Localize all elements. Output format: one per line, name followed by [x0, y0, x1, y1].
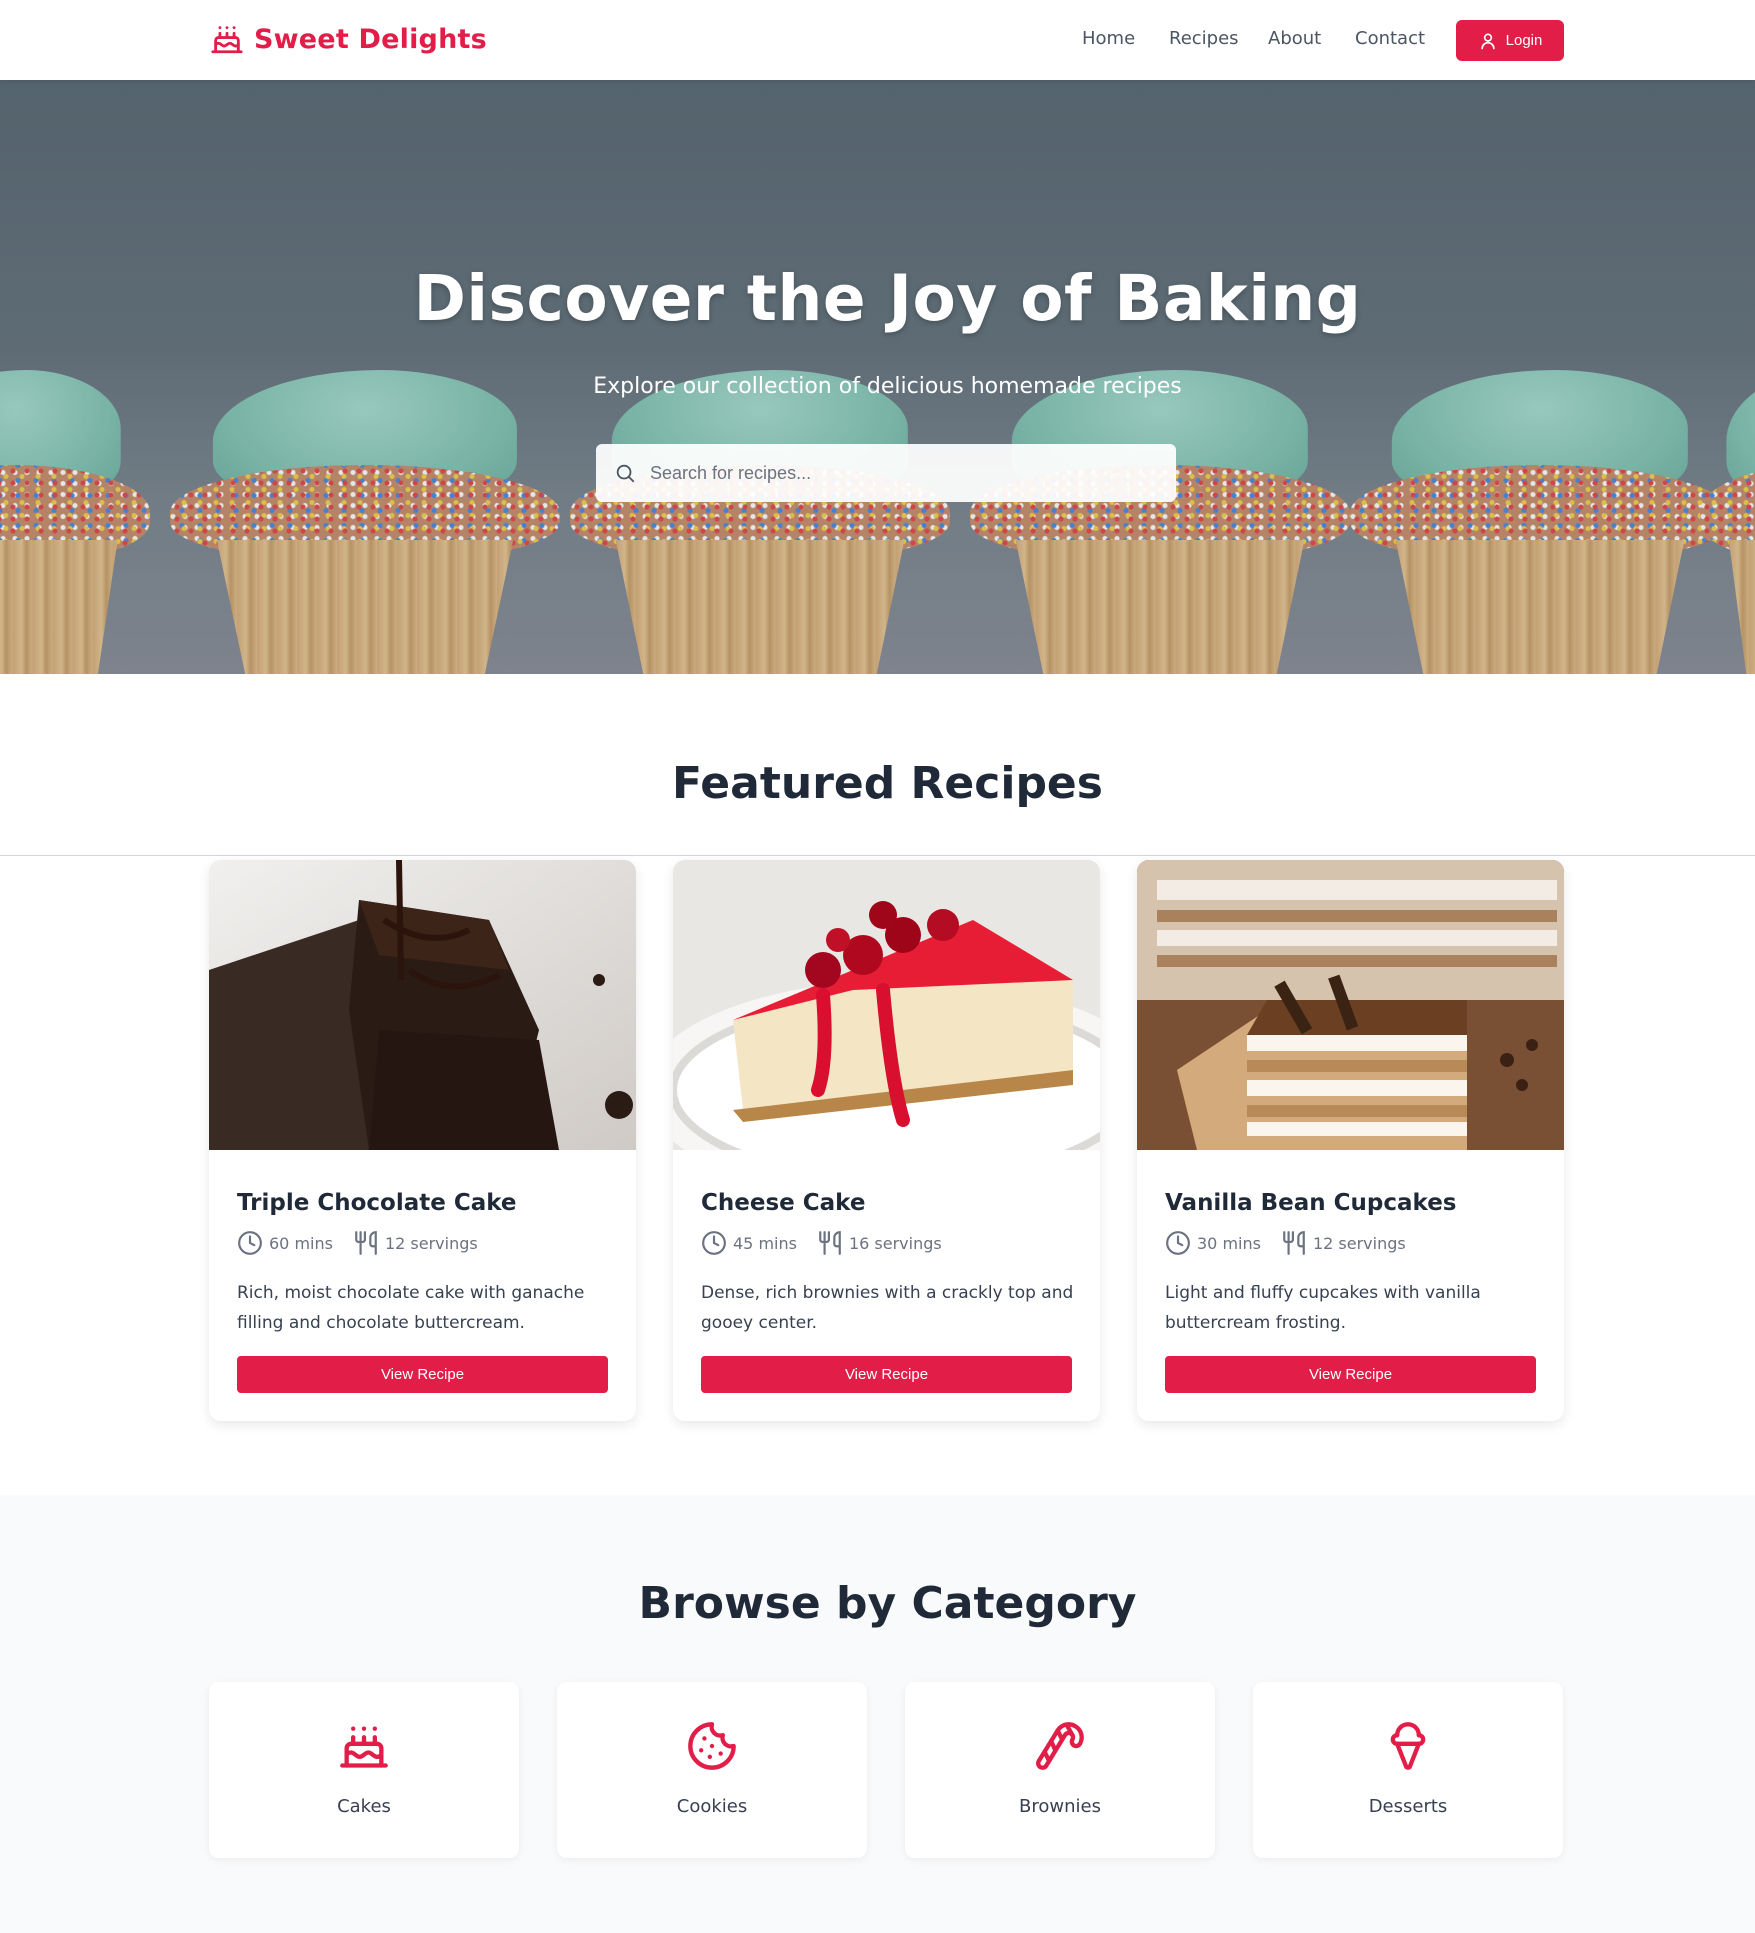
recipe-description: Rich, moist chocolate cake with ganache … — [237, 1283, 585, 1333]
view-recipe-button[interactable]: View Recipe — [237, 1356, 608, 1393]
recipe-servings: 12 servings — [384, 1233, 478, 1253]
cookie-icon — [688, 1722, 736, 1770]
recipe-time: 30 mins — [1197, 1233, 1261, 1253]
brand-logo[interactable]: Sweet Delights — [210, 22, 487, 56]
candy-cane-icon — [1036, 1722, 1084, 1770]
recipe-image — [209, 860, 636, 1150]
recipe-meta: 60 mins 12 servings — [237, 1230, 478, 1256]
nav-recipes[interactable]: Recipes — [1169, 28, 1239, 49]
recipe-card: Vanilla Bean Cupcakes 30 mins 12 serving… — [1137, 860, 1564, 1421]
ice-cream-icon — [1390, 1722, 1426, 1770]
nav-contact[interactable]: Contact — [1355, 28, 1425, 49]
category-label: Cookies — [676, 1796, 748, 1817]
clock-icon — [238, 1231, 262, 1255]
category-card-desserts[interactable]: Desserts — [1253, 1682, 1563, 1858]
recipe-servings: 16 servings — [848, 1233, 942, 1253]
view-recipe-button[interactable]: View Recipe — [701, 1356, 1072, 1393]
recipe-time: 60 mins — [269, 1233, 333, 1253]
nav-home[interactable]: Home — [1082, 28, 1135, 49]
search-bar[interactable] — [596, 444, 1176, 502]
site-header: Sweet Delights Home Recipes About Contac… — [0, 0, 1755, 80]
recipe-servings: 12 servings — [1312, 1233, 1406, 1253]
utensils-icon — [819, 1231, 841, 1255]
category-card-brownies[interactable]: Brownies — [905, 1682, 1215, 1858]
section-divider — [0, 855, 1755, 856]
hero-title: Discover the Joy of Baking — [413, 262, 1362, 335]
recipe-title: Vanilla Bean Cupcakes — [1165, 1190, 1457, 1216]
brand-name: Sweet Delights — [254, 23, 487, 55]
recipe-card: Triple Chocolate Cake 60 mins 12 serving… — [209, 860, 636, 1421]
user-icon — [1480, 33, 1495, 49]
recipe-image — [673, 860, 1100, 1150]
search-icon — [616, 464, 635, 483]
recipe-image — [1137, 860, 1564, 1150]
category-title: Browse by Category — [638, 1578, 1137, 1629]
recipe-meta: 30 mins 12 servings — [1165, 1230, 1406, 1256]
hero-subtitle: Explore our collection of delicious home… — [593, 374, 1182, 399]
search-input[interactable] — [650, 462, 1130, 484]
recipe-meta: 45 mins 16 servings — [701, 1230, 942, 1256]
view-recipe-button[interactable]: View Recipe — [1165, 1356, 1536, 1393]
utensils-icon — [355, 1231, 377, 1255]
category-card-cakes[interactable]: Cakes — [209, 1682, 519, 1858]
cake-icon — [211, 26, 243, 54]
login-label: Login — [1505, 32, 1543, 49]
recipe-title: Triple Chocolate Cake — [237, 1190, 517, 1216]
featured-title: Featured Recipes — [672, 758, 1103, 809]
category-label: Cakes — [337, 1796, 391, 1817]
nav-about[interactable]: About — [1268, 28, 1321, 49]
category-card-cookies[interactable]: Cookies — [557, 1682, 867, 1858]
recipe-title: Cheese Cake — [701, 1190, 866, 1216]
cake-icon — [340, 1726, 388, 1768]
clock-icon — [1166, 1231, 1190, 1255]
utensils-icon — [1283, 1231, 1305, 1255]
login-button[interactable]: Login — [1456, 20, 1564, 61]
recipe-description: Light and fluffy cupcakes with vanilla b… — [1165, 1283, 1481, 1333]
recipe-card: Cheese Cake 45 mins 16 servings Dense, r… — [673, 860, 1100, 1421]
category-label: Brownies — [1019, 1796, 1101, 1817]
recipe-description: Dense, rich brownies with a crackly top … — [701, 1283, 1074, 1333]
clock-icon — [702, 1231, 726, 1255]
category-label: Desserts — [1368, 1796, 1448, 1817]
recipe-time: 45 mins — [733, 1233, 797, 1253]
